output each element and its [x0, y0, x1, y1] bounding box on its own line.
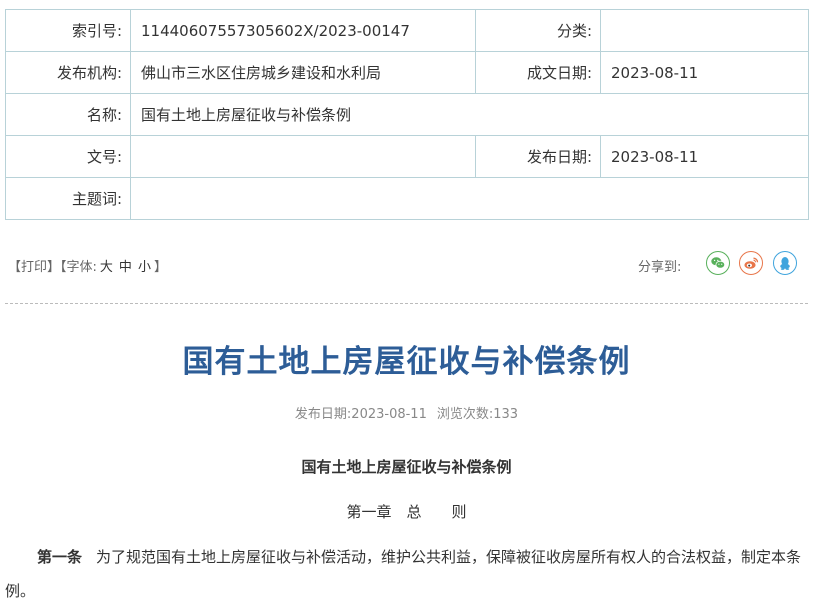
written-date-value: 2023-08-11: [600, 51, 809, 94]
dashed-divider: [5, 303, 808, 304]
share-wechat-button[interactable]: [706, 251, 730, 275]
print-button[interactable]: 【打印】: [8, 260, 60, 275]
index-label: 索引号:: [5, 9, 131, 52]
article-paragraph: 第一条 为了规范国有土地上房屋征收与补偿活动，维护公共利益，保障被征收房屋所有权人…: [5, 540, 808, 608]
name-label: 名称:: [5, 93, 131, 136]
index-value: 11440607557305602X/2023-00147: [130, 9, 476, 52]
article-text: 为了规范国有土地上房屋征收与补偿活动，维护公共利益，保障被征收房屋所有权人的合法…: [5, 548, 802, 600]
views-count: 浏览次数:133: [436, 407, 519, 422]
article-title: 国有土地上房屋征收与补偿条例: [182, 344, 631, 380]
written-date-label: 成文日期:: [475, 51, 601, 94]
docno-label: 文号:: [5, 135, 131, 178]
font-medium-button[interactable]: 中: [119, 260, 132, 275]
share-label: 分享到:: [638, 260, 682, 275]
publish-date-info: 发布日期:2023-08-11: [294, 407, 427, 422]
meta-row-publisher: 发布机构: 佛山市三水区住房城乡建设和水利局 成文日期: 2023-08-11: [5, 51, 809, 94]
article-info: 发布日期:2023-08-11 浏览次数:133: [0, 403, 813, 422]
document-meta-table: 索引号: 11440607557305602X/2023-00147 分类: 发…: [5, 9, 809, 220]
publisher-label: 发布机构:: [5, 51, 131, 94]
category-label: 分类:: [475, 9, 601, 52]
publisher-value: 佛山市三水区住房城乡建设和水利局: [130, 51, 476, 94]
share-weibo-button[interactable]: [739, 251, 763, 275]
article-number: 第一条: [37, 548, 83, 566]
article-subtitle: 国有土地上房屋征收与补偿条例: [301, 458, 512, 476]
font-size-suffix: 】: [153, 260, 167, 275]
chapter-heading: 第一章 总 则: [346, 503, 467, 521]
category-value: [600, 9, 809, 52]
meta-row-name: 名称: 国有土地上房屋征收与补偿条例: [5, 93, 809, 136]
qq-icon: [780, 257, 790, 270]
name-value: 国有土地上房屋征收与补偿条例: [130, 93, 809, 136]
keywords-label: 主题词:: [5, 177, 131, 220]
font-small-button[interactable]: 小: [138, 260, 151, 275]
article-toolbar: 【打印】【字体: 大中小】 分享到:: [0, 250, 813, 278]
meta-row-docno: 文号: 发布日期: 2023-08-11: [5, 135, 809, 178]
docno-value: [130, 135, 476, 178]
meta-row-index: 索引号: 11440607557305602X/2023-00147 分类:: [5, 9, 809, 52]
publish-date-label: 发布日期:: [475, 135, 601, 178]
publish-date-value: 2023-08-11: [600, 135, 809, 178]
share-qq-button[interactable]: [773, 251, 797, 275]
keywords-value: [130, 177, 809, 220]
font-size-prefix: 【字体:: [60, 260, 97, 275]
font-large-button[interactable]: 大: [100, 260, 113, 275]
wechat-icon: [711, 257, 726, 269]
toolbar-left: 【打印】【字体: 大中小】: [8, 256, 167, 275]
meta-row-keywords: 主题词:: [5, 177, 809, 220]
weibo-icon: [744, 257, 759, 269]
